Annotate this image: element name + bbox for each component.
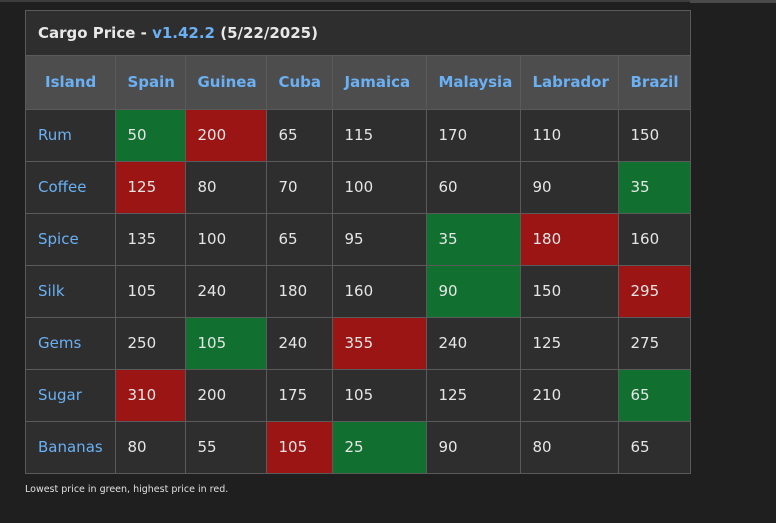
price-cell: 125 [425,368,521,422]
price-cell-low: 25 [331,420,427,473]
price-cell-low: 65 [617,368,690,422]
price-cell: 60 [425,160,521,214]
cargo-price-panel: Cargo Price - v1.42.2 (5/22/2025) Island… [25,10,691,474]
column-header-malaysia: Malaysia [425,56,521,110]
price-cell: 160 [331,264,427,318]
header-row: Island Spain Guinea Cuba Jamaica Malaysi… [26,56,690,110]
table-row: Coffee 125 80 70 100 60 90 35 [26,160,690,214]
price-cell-low: 35 [617,160,690,214]
price-cell: 65 [265,108,333,162]
price-cell: 100 [184,212,267,266]
column-header-cuba: Cuba [265,56,333,110]
table-row: Silk 105 240 180 160 90 150 295 [26,264,690,318]
price-cell-high: 180 [519,212,619,266]
row-label-cargo: Coffee [26,160,116,214]
price-cell: 65 [265,212,333,266]
price-cell: 125 [519,316,619,370]
price-cell-low: 90 [425,264,521,318]
price-cell: 70 [265,160,333,214]
table-row: Gems 250 105 240 355 240 125 275 [26,316,690,370]
row-label-cargo: Bananas [26,420,116,473]
panel-title: Cargo Price - v1.42.2 (5/22/2025) [26,11,690,56]
footnote: Lowest price in green, highest price in … [25,484,229,495]
price-cell: 80 [114,420,186,473]
price-cell: 100 [331,160,427,214]
price-cell: 275 [617,316,690,370]
cargo-price-table: Island Spain Guinea Cuba Jamaica Malaysi… [26,56,690,473]
table-row: Rum 50 200 65 115 170 110 150 [26,108,690,162]
column-header-brazil: Brazil [617,56,690,110]
row-label-cargo: Rum [26,108,116,162]
table-row: Bananas 80 55 105 25 90 80 65 [26,420,690,473]
price-cell: 210 [519,368,619,422]
price-cell: 240 [184,264,267,318]
price-cell: 200 [184,368,267,422]
title-date: (5/22/2025) [215,24,318,42]
price-cell: 240 [265,316,333,370]
column-header-jamaica: Jamaica [331,56,427,110]
price-cell-high: 200 [184,108,267,162]
price-cell: 150 [519,264,619,318]
price-cell: 80 [519,420,619,473]
price-cell: 105 [114,264,186,318]
column-header-guinea: Guinea [184,56,267,110]
price-cell: 175 [265,368,333,422]
price-cell: 110 [519,108,619,162]
price-cell: 160 [617,212,690,266]
price-cell-high: 295 [617,264,690,318]
row-label-cargo: Sugar [26,368,116,422]
price-cell-high: 125 [114,160,186,214]
table-row: Spice 135 100 65 95 35 180 160 [26,212,690,266]
row-label-cargo: Gems [26,316,116,370]
column-header-spain: Spain [114,56,186,110]
price-cell-low: 35 [425,212,521,266]
top-border [0,0,776,2]
price-cell-low: 50 [114,108,186,162]
price-cell: 170 [425,108,521,162]
price-cell: 115 [331,108,427,162]
price-cell-high: 355 [331,316,427,370]
price-cell-high: 310 [114,368,186,422]
price-cell: 90 [425,420,521,473]
title-label: Cargo Price - [38,24,153,42]
top-border-accent [690,0,776,3]
price-cell: 240 [425,316,521,370]
row-label-cargo: Silk [26,264,116,318]
price-cell: 65 [617,420,690,473]
version-link[interactable]: v1.42.2 [152,24,215,42]
row-label-cargo: Spice [26,212,116,266]
price-cell-low: 105 [184,316,267,370]
price-cell: 250 [114,316,186,370]
price-cell: 135 [114,212,186,266]
price-cell: 80 [184,160,267,214]
column-header-labrador: Labrador [519,56,619,110]
price-cell: 150 [617,108,690,162]
price-cell: 95 [331,212,427,266]
price-cell: 105 [331,368,427,422]
price-cell: 55 [184,420,267,473]
price-cell-high: 105 [265,420,333,473]
price-cell: 90 [519,160,619,214]
price-cell: 180 [265,264,333,318]
column-header-island: Island [26,56,116,110]
table-row: Sugar 310 200 175 105 125 210 65 [26,368,690,422]
